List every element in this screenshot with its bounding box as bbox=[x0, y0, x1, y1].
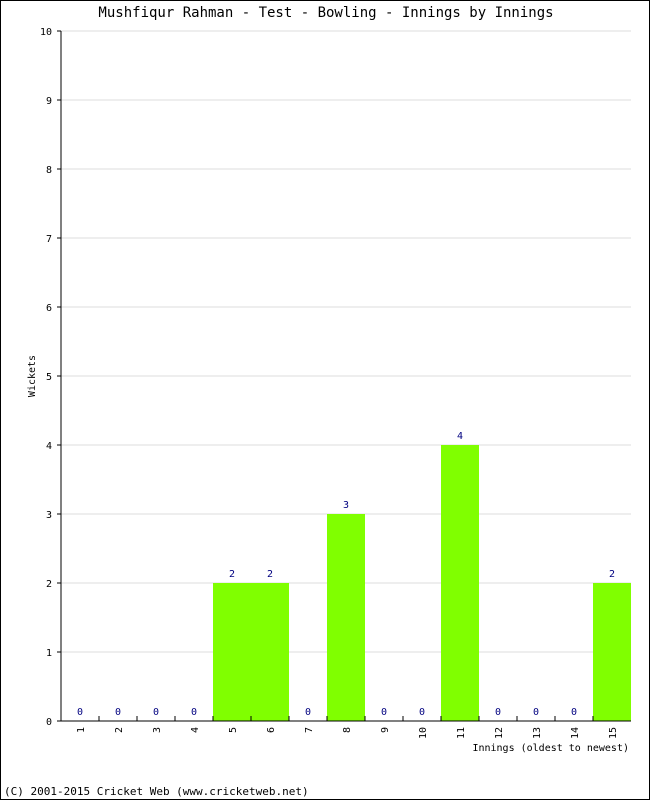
y-tick-label: 0 bbox=[46, 717, 52, 728]
y-tick-label: 4 bbox=[46, 441, 52, 452]
x-tick-label: 12 bbox=[494, 727, 505, 739]
x-tick-label: 15 bbox=[608, 727, 619, 739]
data-label: 0 bbox=[115, 707, 121, 718]
data-label: 4 bbox=[457, 431, 463, 442]
x-tick-label: 7 bbox=[304, 727, 315, 733]
y-tick-label: 7 bbox=[46, 234, 52, 245]
bar bbox=[251, 583, 289, 721]
data-label: 2 bbox=[267, 569, 273, 580]
bar-chart: 0123456789100 0 0 02 2030 040 0 021 2 3 4 5 6 7 8 9 10 11… bbox=[27, 27, 631, 754]
bar bbox=[213, 583, 251, 721]
y-tick-label: 8 bbox=[46, 165, 52, 176]
y-tick-label: 5 bbox=[46, 372, 52, 383]
data-label: 0 bbox=[305, 707, 311, 718]
data-label: 0 bbox=[381, 707, 387, 718]
x-tick-label: 1 bbox=[76, 727, 87, 733]
bar bbox=[327, 514, 365, 721]
data-label: 0 bbox=[533, 707, 539, 718]
x-tick-label: 4 bbox=[190, 727, 201, 733]
x-tick-label: 6 bbox=[266, 727, 277, 733]
x-tick-label: 11 bbox=[456, 727, 467, 739]
bar bbox=[593, 583, 631, 721]
y-tick-label: 3 bbox=[46, 510, 52, 521]
chart-frame: Mushfiqur Rahman - Test - Bowling - Inni… bbox=[0, 0, 650, 800]
data-label: 0 bbox=[191, 707, 197, 718]
y-tick-label: 1 bbox=[46, 648, 52, 659]
y-tick-label: 10 bbox=[40, 27, 52, 38]
x-tick-label: 10 bbox=[418, 727, 429, 739]
data-label: 2 bbox=[229, 569, 235, 580]
data-label: 0 bbox=[153, 707, 159, 718]
data-label: 0 bbox=[571, 707, 577, 718]
copyright-footer: (C) 2001-2015 Cricket Web (www.cricketwe… bbox=[4, 785, 309, 798]
x-tick-label: 14 bbox=[570, 727, 581, 739]
bar bbox=[441, 445, 479, 721]
x-tick-label: 13 bbox=[532, 727, 543, 739]
data-label: 3 bbox=[343, 500, 349, 511]
y-axis-title: Wickets bbox=[27, 355, 38, 397]
y-tick-label: 9 bbox=[46, 96, 52, 107]
data-label: 2 bbox=[609, 569, 615, 580]
x-tick-label: 3 bbox=[152, 727, 163, 733]
x-tick-label: 9 bbox=[380, 727, 391, 733]
y-tick-label: 2 bbox=[46, 579, 52, 590]
data-label: 0 bbox=[495, 707, 501, 718]
x-tick-label: 8 bbox=[342, 727, 353, 733]
x-tick-label: 5 bbox=[228, 727, 239, 733]
data-label: 0 bbox=[419, 707, 425, 718]
x-tick-label: 2 bbox=[114, 727, 125, 733]
x-axis-title: Innings (oldest to newest) bbox=[472, 743, 629, 754]
y-tick-label: 6 bbox=[46, 303, 52, 314]
data-label: 0 bbox=[77, 707, 83, 718]
